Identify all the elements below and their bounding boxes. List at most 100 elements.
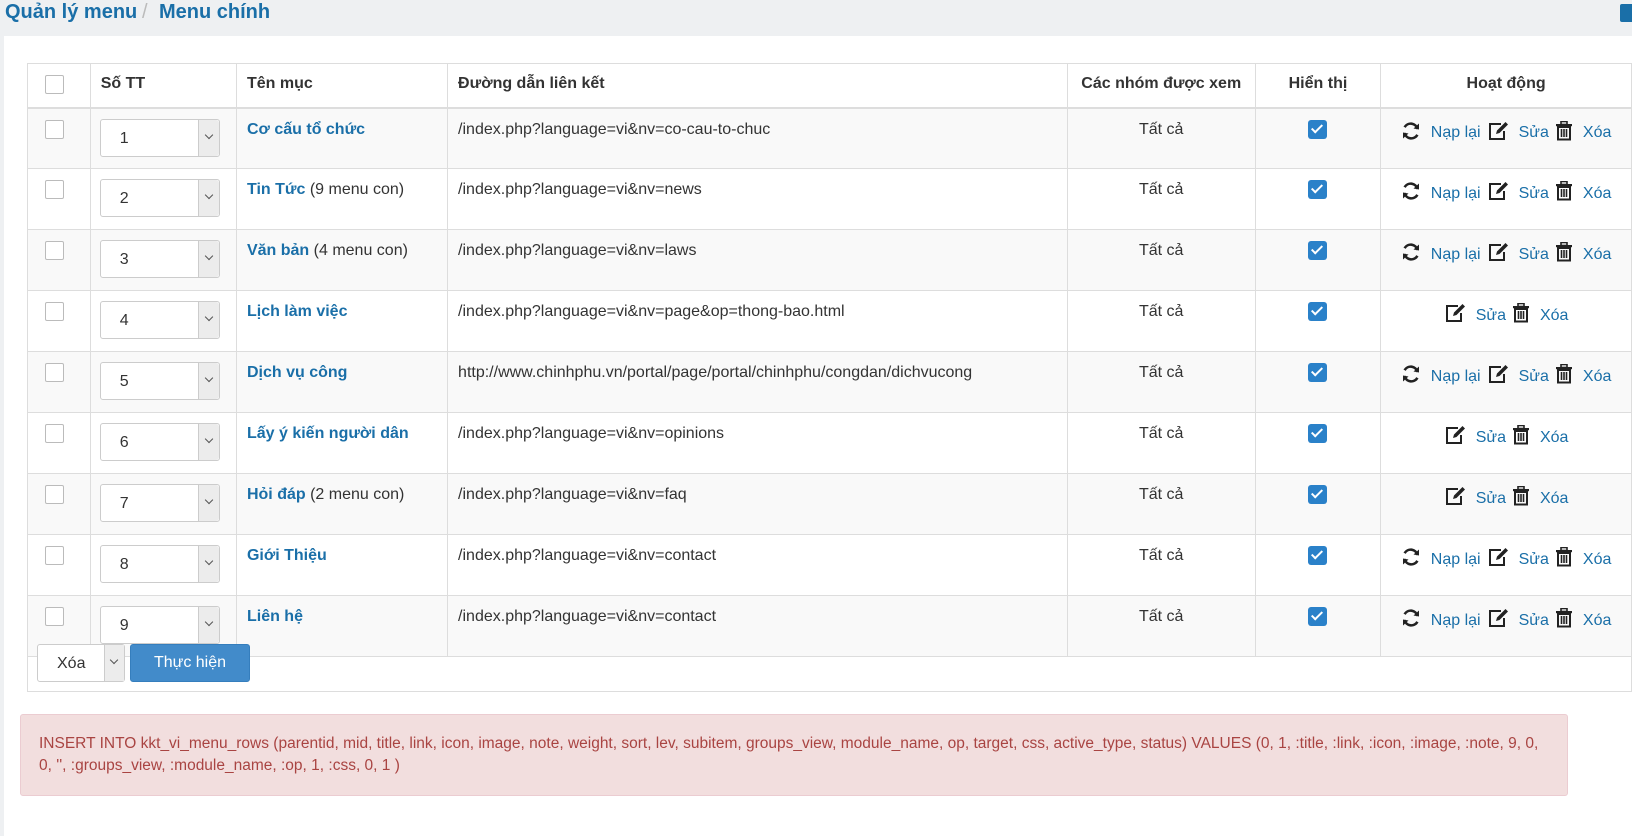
order-select[interactable]: 1 [99,118,220,157]
delete-button[interactable]: Xóa [1512,485,1568,511]
trash-icon [1512,424,1540,450]
show-cell [1254,351,1382,413]
order-value: 7 [119,495,129,512]
chevron-down-icon [197,302,219,338]
edit-label: Sửa [1518,611,1549,629]
edit-button[interactable]: Sửa [1487,608,1549,633]
bulk-action-select[interactable]: Xóa [37,644,125,682]
reload-label: Nạp lại [1430,550,1481,568]
delete-button[interactable]: Xóa [1555,607,1611,633]
edit-button[interactable]: Sửa [1487,121,1549,146]
menu-title-link[interactable]: Văn bản [247,242,309,259]
order-select[interactable]: 2 [99,179,220,217]
header-order[interactable]: Số TT [89,63,237,109]
edit-button[interactable]: Sửa [1487,242,1549,267]
reload-button[interactable]: Nạp lại [1401,242,1481,267]
row-checkbox[interactable] [45,424,64,443]
order-select[interactable]: 7 [99,484,220,522]
show-checkbox[interactable] [1308,546,1328,565]
row-checkbox[interactable] [45,363,64,382]
reload-button[interactable]: Nạp lại [1401,364,1481,389]
header-title[interactable]: Tên mục [235,63,449,109]
order-select[interactable]: 8 [99,545,220,583]
order-select[interactable]: 3 [99,240,220,278]
show-checkbox[interactable] [1308,363,1328,382]
reload-button[interactable]: Nạp lại [1401,547,1481,572]
link-cell: http://www.chinhphu.vn/portal/page/porta… [447,351,1068,413]
table-row: 7 Hỏi đáp (2 menu con)/index.php?language… [27,473,1632,535]
show-checkbox[interactable] [1308,180,1328,199]
menu-title-link[interactable]: Dịch vụ công [247,364,347,381]
menu-title-link[interactable]: Liên hệ [247,608,303,625]
order-cell: 1 [89,107,237,169]
show-checkbox[interactable] [1308,302,1328,321]
edit-button[interactable]: Sửa [1444,303,1506,328]
row-checkbox[interactable] [45,241,64,260]
menu-title-link[interactable]: Hỏi đáp [247,486,306,503]
delete-label: Xóa [1539,428,1569,446]
trash-icon [1555,180,1583,206]
book-icon[interactable] [1620,4,1632,22]
breadcrumb-main-menu[interactable]: Menu chính [159,1,270,23]
groups-cell: Tất cả [1066,107,1256,169]
order-select[interactable]: 4 [99,301,220,339]
refresh-icon [1401,547,1431,572]
groups-cell: Tất cả [1066,229,1256,291]
reload-button[interactable]: Nạp lại [1401,181,1481,206]
row-select-cell [27,229,91,291]
actions-cell: Sửa Xóa [1380,290,1632,352]
menu-title-link[interactable]: Cơ cấu tổ chức [247,121,365,138]
menu-title-link[interactable]: Lấy ý kiến người dân [247,425,409,442]
row-checkbox[interactable] [45,180,64,199]
order-select[interactable]: 5 [99,362,220,400]
order-select[interactable]: 6 [99,423,220,461]
select-all-checkbox[interactable] [45,75,64,94]
header-actions: Hoạt động [1380,63,1632,109]
header-groups: Các nhóm được xem [1066,63,1256,109]
chevron-down-icon [197,363,219,399]
chevron-down-icon [197,119,219,156]
show-checkbox[interactable] [1308,424,1328,443]
delete-button[interactable]: Xóa [1555,363,1611,389]
delete-button[interactable]: Xóa [1512,302,1568,328]
show-cell [1254,168,1382,230]
trash-icon [1555,241,1583,267]
order-value: 8 [119,556,129,573]
menu-title-link[interactable]: Lịch làm việc [247,303,348,320]
execute-button[interactable]: Thực hiện [130,644,250,682]
title-cell: Tin Tức (9 menu con) [235,168,449,230]
row-checkbox[interactable] [45,607,64,626]
header-show: Hiển thị [1254,63,1382,109]
edit-button[interactable]: Sửa [1487,181,1549,206]
delete-button[interactable]: Xóa [1555,180,1611,206]
show-checkbox[interactable] [1308,241,1328,260]
show-checkbox[interactable] [1308,119,1328,139]
check-icon [1311,486,1324,499]
breadcrumb-menu-management[interactable]: Quản lý menu [5,1,137,23]
reload-button[interactable]: Nạp lại [1401,121,1481,146]
row-select-cell [27,290,91,352]
menu-title-link[interactable]: Tin Tức [247,181,305,198]
edit-button[interactable]: Sửa [1487,547,1549,572]
show-checkbox[interactable] [1308,485,1328,504]
delete-button[interactable]: Xóa [1555,546,1611,572]
reload-label: Nạp lại [1430,184,1481,202]
delete-button[interactable]: Xóa [1555,241,1611,267]
reload-button[interactable]: Nạp lại [1401,608,1481,633]
row-checkbox[interactable] [45,546,64,565]
delete-button[interactable]: Xóa [1512,424,1569,450]
actions-cell: Nạp lại Sửa Xóa [1380,107,1632,169]
show-checkbox[interactable] [1308,607,1328,626]
edit-button[interactable]: Sửa [1444,486,1506,511]
menu-title-link[interactable]: Giới Thiệu [247,547,327,564]
edit-button[interactable]: Sửa [1444,425,1506,450]
row-checkbox[interactable] [45,302,64,321]
order-value: 5 [119,373,129,390]
row-checkbox[interactable] [45,119,64,139]
trash-icon [1512,485,1540,511]
reload-label: Nạp lại [1430,124,1481,141]
row-checkbox[interactable] [45,485,64,504]
check-icon [1311,547,1324,560]
delete-button[interactable]: Xóa [1555,120,1611,146]
edit-button[interactable]: Sửa [1487,364,1549,389]
